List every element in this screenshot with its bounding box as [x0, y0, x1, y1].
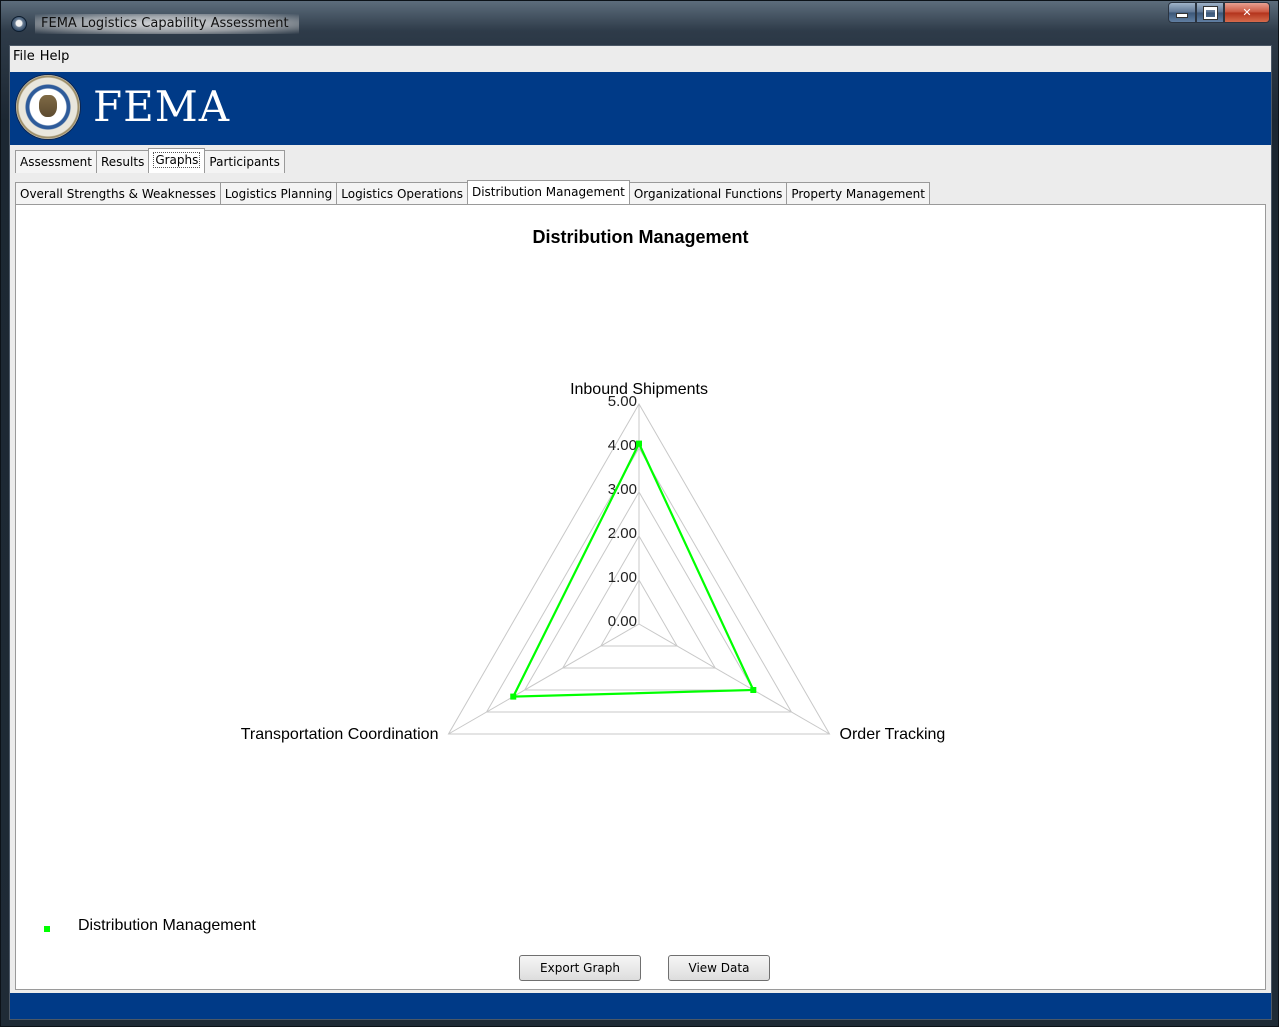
close-icon: ✕ — [1242, 6, 1252, 19]
tab-operations-label: Logistics Operations — [341, 187, 463, 201]
axis-label: Order Tracking — [840, 726, 946, 743]
status-bar — [10, 993, 1271, 1019]
tab-results[interactable]: Results — [95, 150, 150, 173]
menu-help[interactable]: Help — [37, 46, 72, 64]
graph-panel: Distribution Management 0.00 1.00 2.00 3.00… — [15, 204, 1266, 990]
dhs-seal-logo — [16, 75, 80, 139]
tab-organizational-functions[interactable]: Organizational Functions — [628, 182, 788, 205]
minimize-button[interactable] — [1168, 2, 1196, 23]
main-tab-bar: Assessment Results Graphs Participants — [15, 148, 285, 173]
maximize-icon — [1202, 5, 1218, 20]
minimize-icon — [1176, 13, 1188, 18]
tab-overall-label: Overall Strengths & Weaknesses — [20, 187, 216, 201]
tab-logistics-planning[interactable]: Logistics Planning — [219, 182, 338, 205]
tab-graphs[interactable]: Graphs — [148, 148, 206, 173]
tab-assessment[interactable]: Assessment — [15, 150, 97, 173]
axis-spoke-2 — [448, 623, 640, 735]
tab-logistics-operations[interactable]: Logistics Operations — [336, 182, 468, 205]
data-point — [750, 687, 757, 693]
legend-label: Distribution Management — [78, 917, 256, 934]
axis-label: Transportation Coordination — [241, 726, 439, 743]
legend-swatch — [44, 926, 50, 932]
radar-chart: 0.001.002.003.004.005.00Inbound Shipment… — [241, 381, 946, 743]
tab-planning-label: Logistics Planning — [224, 187, 333, 201]
axis-spoke-1 — [638, 623, 830, 735]
tab-results-label: Results — [100, 155, 145, 169]
client-area: File Help FEMA Assessment Results Graphs … — [9, 45, 1272, 1020]
maximize-button[interactable] — [1196, 2, 1224, 23]
tick-label: 4.00 — [608, 437, 637, 454]
tick-label: 1.00 — [608, 569, 637, 586]
tab-participants-label: Participants — [209, 155, 280, 169]
graph-tab-bar: Overall Strengths & Weaknesses Logistics… — [15, 180, 930, 205]
tick-label: 0.00 — [608, 613, 637, 630]
app-seal-icon — [11, 16, 27, 32]
tab-property-label: Property Management — [791, 187, 925, 201]
close-button[interactable]: ✕ — [1224, 2, 1270, 23]
tab-distribution-label: Distribution Management — [471, 185, 625, 199]
data-point — [636, 440, 642, 447]
tick-label: 2.00 — [608, 525, 637, 542]
fema-brand: FEMA — [93, 82, 231, 131]
tab-distribution-management[interactable]: Distribution Management — [466, 180, 630, 205]
window-controls: ✕ — [1168, 2, 1270, 23]
tab-organizational-label: Organizational Functions — [633, 187, 783, 201]
window-title: FEMA Logistics Capability Assessment — [35, 14, 299, 34]
menu-file[interactable]: File — [10, 46, 37, 64]
tab-property-management[interactable]: Property Management — [786, 182, 930, 205]
tab-graphs-label: Graphs — [153, 152, 201, 168]
data-point — [510, 693, 517, 700]
menu-bar: File Help — [10, 46, 1271, 70]
axis-label: Inbound Shipments — [570, 381, 708, 398]
fema-banner: FEMA — [10, 72, 1271, 145]
tab-participants[interactable]: Participants — [204, 150, 285, 173]
export-graph-button[interactable]: Export Graph — [519, 955, 641, 981]
tab-overall-strengths[interactable]: Overall Strengths & Weaknesses — [15, 182, 221, 205]
app-window: FEMA Logistics Capability Assessment ✕ F… — [0, 0, 1279, 1027]
view-data-button[interactable]: View Data — [668, 955, 770, 981]
title-bar[interactable]: FEMA Logistics Capability Assessment ✕ — [1, 1, 1278, 43]
tab-assessment-label: Assessment — [20, 155, 92, 169]
